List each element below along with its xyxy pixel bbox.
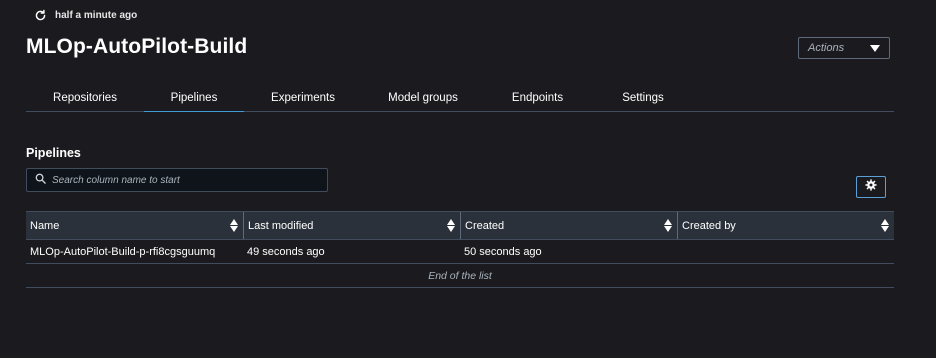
tab-settings[interactable]: Settings <box>591 87 695 111</box>
table-preferences-button[interactable] <box>856 176 886 198</box>
cell-name[interactable]: MLOp-AutoPilot-Build-p-rfi8cgsguumq <box>26 240 243 263</box>
sort-icon <box>230 219 238 232</box>
column-header-last-modified[interactable]: Last modified <box>243 212 460 239</box>
end-of-list-text: End of the list <box>26 264 894 288</box>
tab-model-groups[interactable]: Model groups <box>362 87 484 111</box>
sagemaker-project-page: half a minute ago MLOp-AutoPilot-Build A… <box>0 0 936 358</box>
actions-label: Actions <box>808 42 845 54</box>
search-box[interactable] <box>26 168 328 192</box>
sort-icon <box>881 219 889 232</box>
tab-label: Endpoints <box>511 92 564 104</box>
gear-icon <box>865 178 877 196</box>
search-input[interactable] <box>52 174 312 186</box>
column-header-name[interactable]: Name <box>26 212 243 239</box>
column-header-created-by[interactable]: Created by <box>677 212 894 239</box>
last-refreshed-text: half a minute ago <box>55 10 138 21</box>
pipelines-table: Name Last modified Created Created by ML… <box>26 211 894 288</box>
cell-created: 50 seconds ago <box>464 245 542 258</box>
tab-label: Experiments <box>271 92 335 104</box>
column-header-label: Created by <box>682 219 736 232</box>
tab-label: Settings <box>622 92 664 104</box>
project-tabs: Repositories Pipelines Experiments Model… <box>26 87 894 112</box>
tab-experiments[interactable]: Experiments <box>244 87 362 111</box>
tab-endpoints[interactable]: Endpoints <box>484 87 591 111</box>
column-header-created[interactable]: Created <box>460 212 677 239</box>
tab-repositories[interactable]: Repositories <box>26 87 144 111</box>
table-row[interactable]: MLOp-AutoPilot-Build-p-rfi8cgsguumq 49 s… <box>26 240 894 264</box>
sort-icon <box>447 219 455 232</box>
section-title: Pipelines <box>26 146 81 160</box>
refresh-icon[interactable] <box>34 9 47 22</box>
column-header-label: Name <box>30 219 60 232</box>
search-icon <box>35 171 46 189</box>
tab-label: Pipelines <box>170 92 218 104</box>
cell-created-by <box>677 240 894 263</box>
tab-pipelines[interactable]: Pipelines <box>144 87 244 112</box>
column-header-label: Last modified <box>248 219 314 232</box>
caret-down-icon <box>870 44 880 52</box>
sort-icon <box>664 219 672 232</box>
tab-label: Model groups <box>388 92 458 104</box>
page-title: MLOp-AutoPilot-Build <box>26 35 248 58</box>
cell-last-modified: 49 seconds ago <box>247 245 325 258</box>
table-header: Name Last modified Created Created by <box>26 211 894 240</box>
tab-label: Repositories <box>53 92 117 104</box>
actions-dropdown[interactable]: Actions <box>798 37 890 59</box>
refresh-control[interactable]: half a minute ago <box>34 9 137 22</box>
column-header-label: Created <box>465 219 505 232</box>
